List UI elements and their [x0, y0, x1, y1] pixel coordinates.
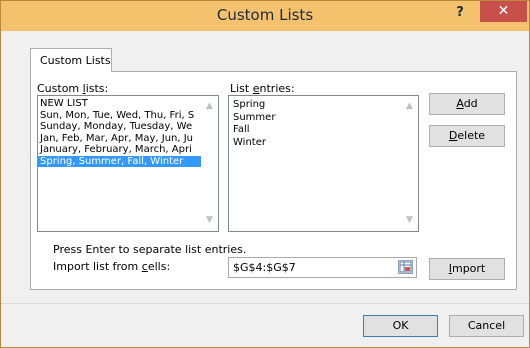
custom-lists-scrollbar[interactable]: ▲ ▼ — [201, 96, 218, 231]
custom-lists-items: NEW LIST Sun, Mon, Tue, Wed, Thu, Fri, S… — [38, 96, 218, 167]
help-button[interactable]: ? — [449, 5, 471, 25]
list-entry-line: Spring — [233, 99, 266, 110]
cancel-button[interactable]: Cancel — [449, 315, 524, 337]
import-cells-label-text: Import list from — [53, 260, 142, 273]
separator-hint: Press Enter to separate list entries. — [53, 243, 247, 256]
import-cells-label: Import list from cells: — [53, 260, 170, 273]
list-item[interactable]: Sunday, Monday, Tuesday, We — [38, 121, 218, 133]
custom-lists-label-text: Custom — [37, 82, 83, 95]
import-button-label: mport — [451, 262, 486, 275]
import-range-input[interactable]: $G$4:$G$7 — [228, 257, 417, 278]
ok-button[interactable]: OK — [363, 315, 438, 337]
list-entries-scrollbar[interactable]: ▲ ▼ — [401, 96, 418, 231]
list-entries-label-accel: e — [252, 82, 260, 95]
list-entries-textarea[interactable]: Spring Summer Fall Winter ▲ ▼ — [228, 95, 419, 232]
import-button[interactable]: Import — [429, 258, 505, 280]
add-button-label: dd — [463, 97, 478, 110]
tab-custom-lists[interactable]: Custom Lists — [30, 48, 112, 72]
custom-lists-dialog: Custom Lists ? ✕ Custom Lists Custom lis… — [0, 0, 530, 348]
list-item-selected[interactable]: Spring, Summer, Fall, Winter — [38, 155, 218, 167]
range-collapse-glyph — [399, 261, 412, 273]
custom-lists-label-suffix: ists: — [85, 82, 109, 95]
list-entries-label-text: List — [230, 82, 253, 95]
footer-divider — [1, 303, 529, 304]
scroll-down-arrow-icon[interactable]: ▼ — [201, 212, 218, 229]
delete-button-label: elete — [457, 129, 486, 142]
custom-lists-label: Custom lists: — [37, 82, 108, 95]
list-item[interactable]: NEW LIST — [38, 98, 218, 110]
list-item[interactable]: Sun, Mon, Tue, Wed, Thu, Fri, S — [38, 110, 218, 122]
delete-button[interactable]: Delete — [429, 125, 505, 147]
list-entry-line: Summer — [233, 111, 276, 123]
range-collapse-icon[interactable] — [398, 260, 413, 274]
title-bar: Custom Lists ? ✕ — [1, 1, 529, 31]
list-entry-line: Winter — [233, 136, 266, 148]
scroll-down-arrow-icon[interactable]: ▼ — [401, 212, 418, 229]
scroll-up-arrow-icon[interactable]: ▲ — [401, 98, 418, 115]
add-button-accel: A — [456, 97, 464, 110]
list-entries-label: List entries: — [230, 82, 295, 95]
list-entry-line: Fall — [233, 124, 250, 135]
import-cells-label-suffix: ells: — [147, 260, 171, 273]
list-entries-lines: Spring Summer Fall Winter — [229, 96, 418, 149]
custom-lists-listbox[interactable]: NEW LIST Sun, Mon, Tue, Wed, Thu, Fri, S… — [37, 95, 219, 232]
list-item[interactable]: Jan, Feb, Mar, Apr, May, Jun, Ju — [38, 133, 218, 145]
close-button[interactable]: ✕ — [480, 1, 527, 22]
list-entries-label-suffix: ntries: — [259, 82, 295, 95]
scroll-up-arrow-icon[interactable]: ▲ — [201, 98, 218, 115]
list-item[interactable]: January, February, March, Apri — [38, 144, 218, 156]
add-button[interactable]: Add — [429, 93, 505, 115]
